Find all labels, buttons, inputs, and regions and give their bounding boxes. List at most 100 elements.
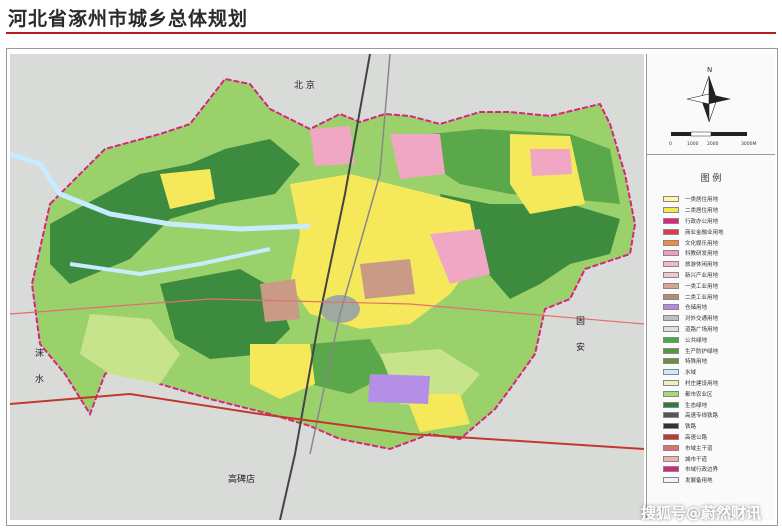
land-use-map-graphic xyxy=(10,54,644,520)
legend-swatch xyxy=(663,401,679,408)
legend-item: 二类工业用地 xyxy=(663,291,773,302)
legend-item: 市域主干道 xyxy=(663,442,773,453)
legend-swatch xyxy=(663,315,679,322)
legend-item: 一类居住用地 xyxy=(663,194,773,205)
legend-swatch xyxy=(663,379,679,386)
legend-swatch xyxy=(663,477,679,484)
legend-label: 特殊用地 xyxy=(685,359,708,366)
legend-label: 一类工业用地 xyxy=(685,283,719,290)
legend-swatch xyxy=(663,423,679,430)
label-laishui-2: 水 xyxy=(35,375,45,385)
legend-label: 市域行政边界 xyxy=(685,467,719,474)
compass-n-label: N xyxy=(707,66,712,74)
scale-label-0: 0 xyxy=(669,142,672,147)
legend-label: 高速公路 xyxy=(685,434,708,441)
legend-item: 高速公路 xyxy=(663,432,773,443)
label-gaobeidian: 高碑店 xyxy=(228,475,256,485)
legend-item: 文化娱乐用地 xyxy=(663,237,773,248)
legend-swatch xyxy=(663,390,679,397)
legend-label: 旅游休闲用地 xyxy=(685,262,719,269)
legend-label: 对外交通用地 xyxy=(685,316,719,323)
title-divider xyxy=(6,32,776,34)
watermark: 搜狐号@蔚然财讯 xyxy=(641,504,762,522)
legend-label: 市域主干道 xyxy=(685,445,713,452)
legend-item: 行政办公用地 xyxy=(663,216,773,227)
scale-label-2000: 2000 xyxy=(707,142,719,147)
legend-swatch xyxy=(663,228,679,235)
legend-item: 公共绿地 xyxy=(663,334,773,345)
legend-swatch xyxy=(663,207,679,214)
legend-swatch xyxy=(663,304,679,311)
legend-swatch xyxy=(663,282,679,289)
planning-map: 北 京 涞 水 固 安 高碑店 xyxy=(10,54,644,520)
scale-label-3000: 3000M xyxy=(741,142,757,147)
legend-item: 水域 xyxy=(663,367,773,378)
legend-panel: N 0 1000 2000 3000M 图 例 一类居住用地 二类居住用地 行政办公… xyxy=(646,54,775,520)
legend-swatch xyxy=(663,271,679,278)
page-title: 河北省涿州市城乡总体规划 xyxy=(8,8,249,30)
legend-label: 高速专线铁路 xyxy=(685,413,719,420)
legend-item: 商业金融业用地 xyxy=(663,226,773,237)
legend-label: 铁路 xyxy=(685,424,697,431)
legend-swatch xyxy=(663,239,679,246)
legend-item: 对外交通用地 xyxy=(663,313,773,324)
legend-label: 科教研发用地 xyxy=(685,251,719,258)
pink-zone-far-east xyxy=(530,149,572,176)
legend-label: 城市干道 xyxy=(685,456,708,463)
legend-swatch xyxy=(663,196,679,203)
legend-label: 二类居住用地 xyxy=(685,208,719,215)
legend-item: 特殊用地 xyxy=(663,356,773,367)
legend-label: 公共绿地 xyxy=(685,337,708,344)
legend-swatch xyxy=(663,336,679,343)
legend-item: 生态绿地 xyxy=(663,399,773,410)
legend-label: 发展备用地 xyxy=(685,478,713,485)
legend-swatch xyxy=(663,444,679,451)
label-beijing: 北 京 xyxy=(294,81,315,91)
legend-item: 道路广场用地 xyxy=(663,324,773,335)
storage-zone xyxy=(368,374,430,404)
legend-swatch xyxy=(663,466,679,473)
industrial-zone xyxy=(360,259,415,299)
legend-item: 高速专线铁路 xyxy=(663,410,773,421)
legend-swatch xyxy=(663,325,679,332)
legend-swatch xyxy=(663,293,679,300)
pink-zone-northwest xyxy=(310,126,355,166)
legend-swatch xyxy=(663,261,679,268)
scale-label-1000: 1000 xyxy=(687,142,699,147)
legend-item: 都市农业区 xyxy=(663,388,773,399)
legend-list: 一类居住用地 二类居住用地 行政办公用地 商业金融业用地 文化娱乐用地 科教研发用地 旅游休… xyxy=(663,194,773,486)
legend-item: 旅游休闲用地 xyxy=(663,259,773,270)
legend-item: 发展备用地 xyxy=(663,475,773,486)
legend-label: 二类工业用地 xyxy=(685,294,719,301)
legend-label: 新兴产业用地 xyxy=(685,272,719,279)
legend-item: 城市干道 xyxy=(663,453,773,464)
legend-swatch xyxy=(663,358,679,365)
legend-item: 一类工业用地 xyxy=(663,280,773,291)
legend-label: 文化娱乐用地 xyxy=(685,240,719,247)
scale-bar-seg3 xyxy=(711,132,747,136)
north-arrow-icon: N xyxy=(671,66,747,137)
legend-swatch xyxy=(663,369,679,376)
compass-scale-box: N xyxy=(647,54,775,155)
legend-swatch xyxy=(663,433,679,440)
legend-item: 铁路 xyxy=(663,421,773,432)
legend-item: 仓储用地 xyxy=(663,302,773,313)
scale-bar-seg1 xyxy=(671,132,691,136)
legend-label: 生产防护绿地 xyxy=(685,348,719,355)
legend-swatch xyxy=(663,455,679,462)
legend-swatch xyxy=(663,217,679,224)
legend-label: 道路广场用地 xyxy=(685,326,719,333)
scale-bar-seg2 xyxy=(690,131,712,137)
legend-item: 科教研发用地 xyxy=(663,248,773,259)
legend-swatch xyxy=(663,250,679,257)
legend-item: 生产防护绿地 xyxy=(663,345,773,356)
legend-swatch xyxy=(663,347,679,354)
legend-item: 二类居住用地 xyxy=(663,205,773,216)
legend-label: 商业金融业用地 xyxy=(685,229,724,236)
legend-item: 市域行政边界 xyxy=(663,464,773,475)
legend-label: 一类居住用地 xyxy=(685,197,719,204)
legend-label: 行政办公用地 xyxy=(685,218,719,225)
legend-label: 水域 xyxy=(685,370,697,377)
label-guoan-2: 安 xyxy=(576,343,586,353)
legend-swatch xyxy=(663,412,679,419)
